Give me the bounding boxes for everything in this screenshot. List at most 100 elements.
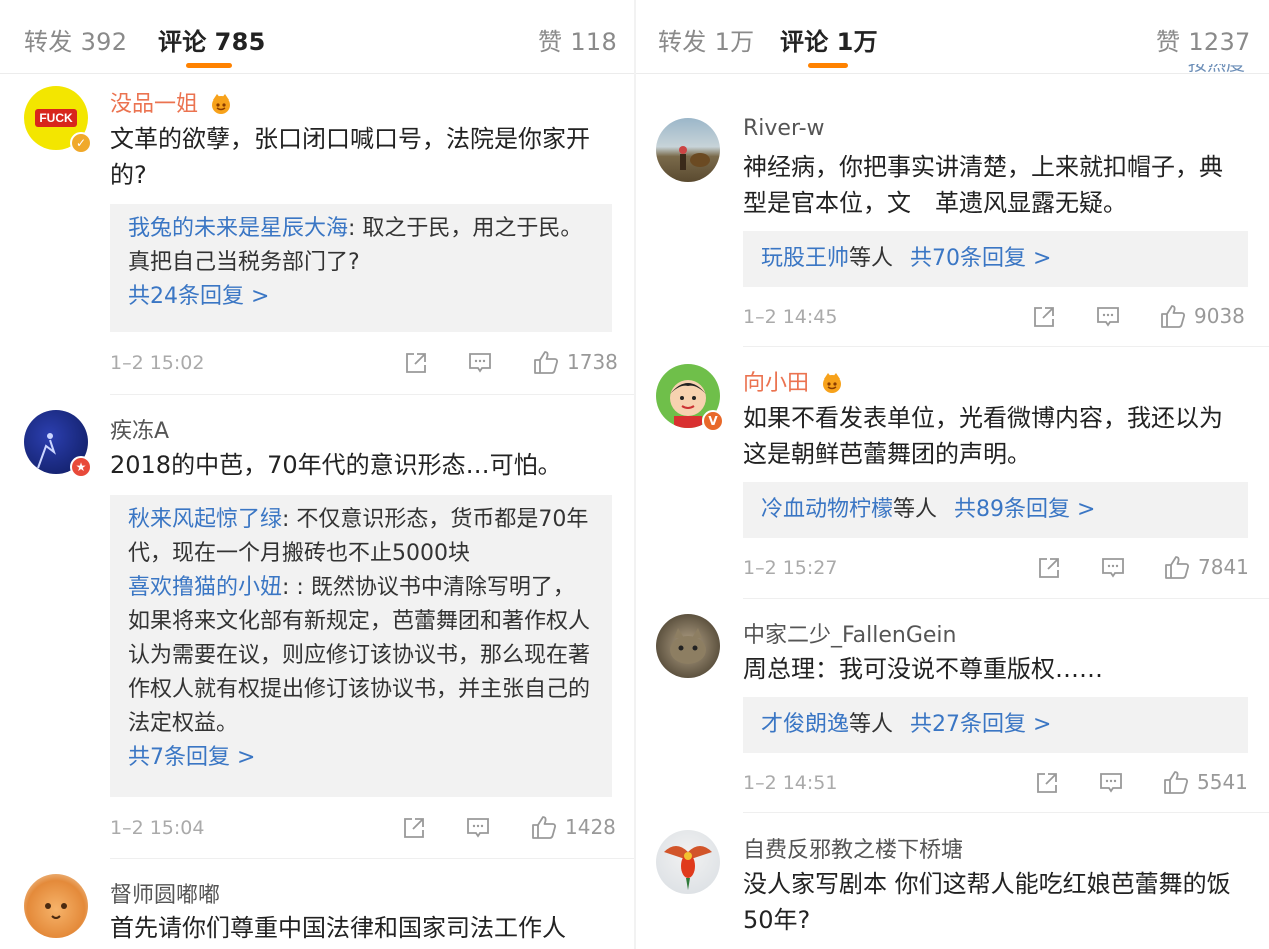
share-button[interactable] [402, 816, 426, 840]
comment-text: 2018的中芭，70年代的意识形态…可怕。 [110, 451, 562, 479]
comment-button[interactable] [1096, 305, 1120, 329]
tab-bar: 转发 1万 评论 1万 赞 1237 [636, 0, 1269, 74]
avatar[interactable] [24, 874, 88, 938]
left-screenshot-panel: 转发 392 评论 785 赞 118 FUCK ✓ 没品一姐 文革的欲孽，张口闭口喊… [0, 0, 634, 949]
reply-username[interactable]: 冷血动物柠檬 [761, 497, 893, 522]
like-button[interactable]: 9038 [1160, 303, 1245, 329]
comment-button[interactable] [468, 351, 492, 375]
reply-box[interactable]: 冷血动物柠檬等人 共89条回复 > [743, 482, 1248, 538]
tab-comments-count: 1万 [836, 28, 878, 56]
tab-repost-count: 1万 [714, 28, 755, 56]
username-text: 疾冻A [110, 419, 170, 444]
comment-username[interactable]: 没品一姐 [110, 86, 233, 118]
divider [110, 858, 634, 859]
tab-comments[interactable]: 评论 1万 [780, 22, 878, 57]
avatar[interactable] [656, 614, 720, 678]
more-replies-link[interactable]: 共89条回复 > [954, 497, 1095, 522]
avatar[interactable] [656, 118, 720, 182]
tab-likes[interactable]: 赞 1237 [1156, 22, 1251, 57]
username-text: 向小田 [743, 371, 810, 396]
reply-box[interactable]: 才俊朗逸等人 共27条回复 > [743, 697, 1248, 753]
avatar-image [24, 874, 88, 938]
reply-username[interactable]: 我兔的未来是星辰大海 [128, 216, 348, 241]
comment-icon [469, 353, 491, 373]
tab-repost[interactable]: 转发 392 [24, 22, 127, 57]
tab-likes-label: 赞 [538, 28, 563, 56]
tab-comments[interactable]: 评论 785 [158, 22, 266, 57]
reply-username[interactable]: 才俊朗逸 [761, 712, 849, 737]
share-icon [1037, 773, 1057, 793]
comment-username[interactable]: 督师圆嘟嘟 [110, 877, 220, 909]
avatar-image [656, 118, 720, 182]
share-icon [404, 818, 424, 838]
divider [743, 346, 1269, 347]
like-button[interactable]: 7841 [1164, 554, 1249, 580]
verified-badge-icon: V [702, 410, 724, 432]
like-button[interactable]: 1738 [533, 349, 618, 375]
share-button[interactable] [1037, 556, 1061, 580]
comment-username[interactable]: 自费反邪教之楼下桥塘 [743, 832, 963, 864]
comment-button[interactable] [1099, 771, 1123, 795]
reply-username[interactable]: 秋来风起惊了绿 [128, 507, 282, 532]
comment-text: 神经病，你把事实讲清楚，上来就扣帽子，典型是官本位，文 革遗风显露无疑。 [743, 153, 1223, 217]
reply-item: 秋来风起惊了绿: 不仅意识形态，货币都是70年代，现在一个月搬砖也不止5000块 [128, 503, 594, 571]
like-count: 5541 [1197, 770, 1248, 794]
comment-text: 文革的欲孽，张口闭口喊口号，法院是你家开的? [110, 125, 590, 189]
avatar[interactable]: V [656, 364, 724, 432]
reply-username[interactable]: 喜欢撸猫的小妞 [128, 575, 282, 600]
username-text: 自费反邪教之楼下桥塘 [743, 838, 964, 863]
thumbs-up-icon [1164, 771, 1189, 794]
thumbs-up-icon [534, 351, 559, 374]
reply-box[interactable]: 秋来风起惊了绿: 不仅意识形态，货币都是70年代，现在一个月搬砖也不止5000块… [110, 495, 612, 797]
comment-timestamp: 1–2 15:04 [110, 817, 205, 839]
tab-likes[interactable]: 赞 118 [538, 22, 617, 57]
thumbs-up-icon [1165, 556, 1190, 579]
like-count: 1428 [565, 815, 616, 839]
share-icon [1039, 558, 1059, 578]
comment-timestamp: 1–2 14:45 [743, 306, 838, 328]
comment-icon [1102, 558, 1124, 578]
more-replies-link[interactable]: 共70条回复 > [910, 246, 1051, 271]
reply-box[interactable]: 玩股王帅等人 共70条回复 > [743, 231, 1248, 287]
share-button[interactable] [1035, 771, 1059, 795]
username-text: 没品一姐 [110, 92, 199, 117]
reply-item: 喜欢撸猫的小妞: : 既然协议书中清除写明了，如果将来文化部有新规定，芭蕾舞团和… [128, 571, 594, 741]
avatar-image [656, 614, 720, 678]
username-text: 中家二少_FallenGein [743, 623, 957, 648]
divider [743, 598, 1269, 599]
more-replies-link[interactable]: 共24条回复 > [128, 280, 594, 314]
share-button[interactable] [404, 351, 428, 375]
tab-likes-label: 赞 [1156, 28, 1181, 56]
comment-username[interactable]: River-w [743, 116, 825, 141]
comment-icon [467, 818, 489, 838]
comment-username[interactable]: 中家二少_FallenGein [743, 617, 956, 649]
comment-username[interactable]: 疾冻A [110, 413, 169, 445]
tab-repost-label: 转发 [658, 28, 707, 56]
avatar[interactable] [656, 830, 720, 894]
like-button[interactable]: 5541 [1163, 769, 1248, 795]
reply-box[interactable]: 我兔的未来是星辰大海: 取之于民，用之于民。真把自己当税务部门了? 共24条回复… [110, 204, 612, 332]
share-button[interactable] [1032, 305, 1056, 329]
like-button[interactable]: 1428 [531, 814, 616, 840]
tab-comments-count: 785 [214, 28, 266, 56]
more-replies-link[interactable]: 共27条回复 > [910, 712, 1051, 737]
tab-repost[interactable]: 转发 1万 [658, 22, 754, 57]
sort-by-hot-button[interactable]: 按热度 [1188, 64, 1245, 78]
like-count: 9038 [1194, 304, 1245, 328]
like-count: 7841 [1198, 555, 1249, 579]
avatar[interactable]: ★ [24, 410, 92, 478]
cat-photo-icon [670, 628, 706, 664]
comment-button[interactable] [466, 816, 490, 840]
active-tab-indicator [808, 63, 848, 68]
more-replies-link[interactable]: 共7条回复 > [128, 741, 594, 775]
star-badge-icon: ★ [70, 456, 92, 478]
thumbs-up-icon [532, 816, 557, 839]
comment-username[interactable]: 向小田 [743, 365, 844, 397]
reply-username[interactable]: 玩股王帅 [761, 246, 849, 271]
comment-timestamp: 1–2 14:51 [743, 772, 838, 794]
tab-repost-label: 转发 [24, 28, 73, 56]
tab-comments-label: 评论 [158, 28, 207, 56]
avatar[interactable]: FUCK ✓ [24, 86, 92, 154]
comment-icon [1097, 307, 1119, 327]
comment-button[interactable] [1101, 556, 1125, 580]
